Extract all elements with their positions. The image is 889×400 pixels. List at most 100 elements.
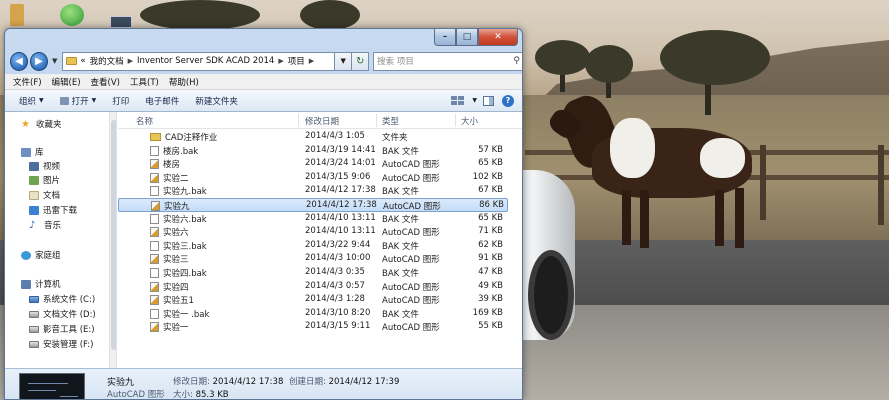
file-name-cell[interactable]: 实验三 <box>150 253 189 265</box>
file-name-cell[interactable]: 实验二 <box>150 172 189 184</box>
sidebar-item-drive-c[interactable]: 系统文件 (C:) <box>29 292 95 306</box>
file-name-cell[interactable]: CAD注释作业 <box>150 131 217 143</box>
sidebar-item-favorites[interactable]: ★ 收藏夹 <box>21 117 62 131</box>
back-button[interactable]: ◀ <box>10 51 28 71</box>
maximize-button[interactable]: □ <box>456 29 478 46</box>
file-name-cell[interactable]: 实验三.bak <box>150 240 207 252</box>
organize-button[interactable]: 组织 ▼ <box>19 95 44 107</box>
search-icon[interactable]: ⚲ <box>513 56 520 66</box>
file-name-cell[interactable]: 实验一 .bak <box>150 308 209 320</box>
help-icon[interactable]: ? <box>502 94 514 107</box>
desktop-app-icon[interactable] <box>10 4 24 26</box>
file-name-cell[interactable]: 楼房 <box>150 158 180 170</box>
file-name-cell[interactable]: 实验四.bak <box>150 267 207 279</box>
address-bar[interactable]: « 我的文档 ▶ Inventor Server SDK ACAD 2014 ▶… <box>62 51 336 71</box>
file-type: BAK 文件 <box>382 146 419 157</box>
file-row[interactable]: 实验九 2014/4/12 17:38 AutoCAD 图形 86 KB <box>118 198 508 212</box>
preview-pane-icon[interactable] <box>483 95 494 106</box>
file-name-cell[interactable]: 实验九.bak <box>150 185 207 197</box>
star-icon: ★ <box>21 118 30 130</box>
file-size: 62 KB <box>478 239 503 250</box>
breadcrumb-arrow-icon[interactable]: ▶ <box>309 57 314 65</box>
file-row[interactable]: 实验二 2014/3/15 9:06 AutoCAD 图形 102 KB <box>118 171 508 185</box>
breadcrumb-project[interactable]: 项目 <box>288 55 305 67</box>
close-button[interactable]: ✕ <box>478 29 518 46</box>
new-folder-button[interactable]: 新建文件夹 <box>195 95 238 107</box>
sidebar-item-thunder-downloads[interactable]: 迅雷下载 <box>29 203 77 217</box>
file-row[interactable]: 实验一 .bak 2014/3/10 8:20 BAK 文件 169 KB <box>118 307 508 321</box>
file-row[interactable]: 实验六.bak 2014/4/10 13:11 BAK 文件 65 KB <box>118 212 508 226</box>
search-placeholder[interactable]: 搜索 项目 <box>377 55 414 67</box>
minimize-button[interactable]: – <box>434 29 456 46</box>
sidebar-item-label: 家庭组 <box>35 251 61 261</box>
file-row[interactable]: 实验六 2014/4/10 13:11 AutoCAD 图形 71 KB <box>118 225 508 239</box>
menu-tools[interactable]: 工具(T) <box>130 76 159 88</box>
search-box[interactable]: 搜索 项目 ⚲ <box>373 51 522 71</box>
column-date[interactable]: 修改日期 <box>305 115 339 127</box>
forward-button[interactable]: ▶ <box>29 51 48 71</box>
file-row[interactable]: 实验三.bak 2014/3/22 9:44 BAK 文件 62 KB <box>118 239 508 253</box>
email-button[interactable]: 电子邮件 <box>145 95 179 107</box>
sidebar-item-drive-f[interactable]: 安装管理 (F:) <box>29 337 93 351</box>
file-row[interactable]: 楼房 2014/3/24 14:01 AutoCAD 图形 65 KB <box>118 157 508 171</box>
file-name: 实验四.bak <box>163 269 207 279</box>
scrollbar-thumb[interactable] <box>111 120 116 350</box>
sidebar-item-pictures[interactable]: 图片 <box>29 173 60 187</box>
file-row[interactable]: 实验五1 2014/4/3 1:28 AutoCAD 图形 39 KB <box>118 293 508 307</box>
sidebar-item-library[interactable]: 库 <box>21 145 44 159</box>
open-button[interactable]: 打开 ▼ <box>59 95 96 107</box>
autocad-file-icon <box>150 295 159 306</box>
menu-file[interactable]: 文件(F) <box>13 76 42 88</box>
file-row[interactable]: CAD注释作业 2014/4/3 1:05 文件夹 <box>118 130 508 144</box>
file-row[interactable]: 实验四.bak 2014/4/3 0:35 BAK 文件 47 KB <box>118 266 508 280</box>
details-created-label: 创建日期: <box>289 377 326 387</box>
file-name-cell[interactable]: 实验六.bak <box>150 213 207 225</box>
file-size: 86 KB <box>479 200 504 210</box>
file-name: 实验五1 <box>163 296 194 307</box>
sidebar-item-homegroup[interactable]: 家庭组 <box>21 248 61 262</box>
breadcrumb-sdk-folder[interactable]: Inventor Server SDK ACAD 2014 <box>137 56 274 66</box>
breadcrumb-arrow-icon[interactable]: ▶ <box>128 57 133 65</box>
column-type[interactable]: 类型 <box>382 115 399 127</box>
file-name: 实验一 .bak <box>163 309 210 320</box>
change-view-icon[interactable] <box>451 95 465 106</box>
sidebar-item-computer[interactable]: 计算机 <box>21 277 61 291</box>
file-row[interactable]: 实验四 2014/4/3 0:57 AutoCAD 图形 49 KB <box>118 280 508 294</box>
file-row[interactable]: 楼房.bak 2014/3/19 14:41 BAK 文件 57 KB <box>118 144 508 158</box>
file-name-cell[interactable]: 实验六 <box>150 226 189 238</box>
desktop-monitor-icon[interactable] <box>110 16 132 28</box>
file-row[interactable]: 实验九.bak 2014/4/12 17:38 BAK 文件 67 KB <box>118 184 508 198</box>
column-size[interactable]: 大小 <box>461 115 478 127</box>
sidebar-item-documents[interactable]: 文档 <box>29 188 60 202</box>
sidebar-item-videos[interactable]: 视频 <box>29 159 60 173</box>
file-row[interactable]: 实验三 2014/4/3 10:00 AutoCAD 图形 91 KB <box>118 252 508 266</box>
address-overflow[interactable]: « <box>80 56 85 66</box>
file-name-cell[interactable]: 实验一 <box>150 321 189 333</box>
column-separator[interactable] <box>298 114 299 127</box>
address-dropdown[interactable]: ▼ <box>335 51 353 71</box>
column-separator[interactable] <box>376 114 377 127</box>
file-date: 2014/4/3 0:35 <box>305 267 365 277</box>
sidebar-item-music[interactable]: ♪ 音乐 <box>29 218 61 232</box>
file-name-cell[interactable]: 楼房.bak <box>150 145 198 157</box>
menu-help[interactable]: 帮助(H) <box>169 76 199 88</box>
recent-pages-dropdown[interactable]: ▼ <box>50 57 59 65</box>
file-name-cell[interactable]: 实验四 <box>150 281 189 293</box>
refresh-button[interactable]: ↻ <box>352 51 370 71</box>
column-name[interactable]: 名称 <box>136 115 153 127</box>
print-button[interactable]: 打印 <box>112 95 129 107</box>
navigation-scrollbar[interactable] <box>109 112 116 368</box>
chevron-down-icon[interactable]: ▼ <box>472 97 477 104</box>
sidebar-item-label: 迅雷下载 <box>43 206 78 216</box>
breadcrumb-arrow-icon[interactable]: ▶ <box>278 57 283 65</box>
menu-edit[interactable]: 编辑(E) <box>52 76 81 88</box>
file-row[interactable]: 实验一 2014/3/15 9:11 AutoCAD 图形 55 KB <box>118 320 508 334</box>
sidebar-item-drive-e[interactable]: 影音工具 (E:) <box>29 322 95 336</box>
sidebar-item-drive-d[interactable]: 文档文件 (D:) <box>29 307 96 321</box>
breadcrumb-my-documents[interactable]: 我的文档 <box>90 55 124 67</box>
file-name-cell[interactable]: 实验五1 <box>150 294 194 306</box>
desktop-refresh-icon[interactable] <box>60 4 84 26</box>
menu-view[interactable]: 查看(V) <box>91 76 120 88</box>
column-separator[interactable] <box>455 114 456 127</box>
file-name-cell[interactable]: 实验九 <box>151 200 190 212</box>
